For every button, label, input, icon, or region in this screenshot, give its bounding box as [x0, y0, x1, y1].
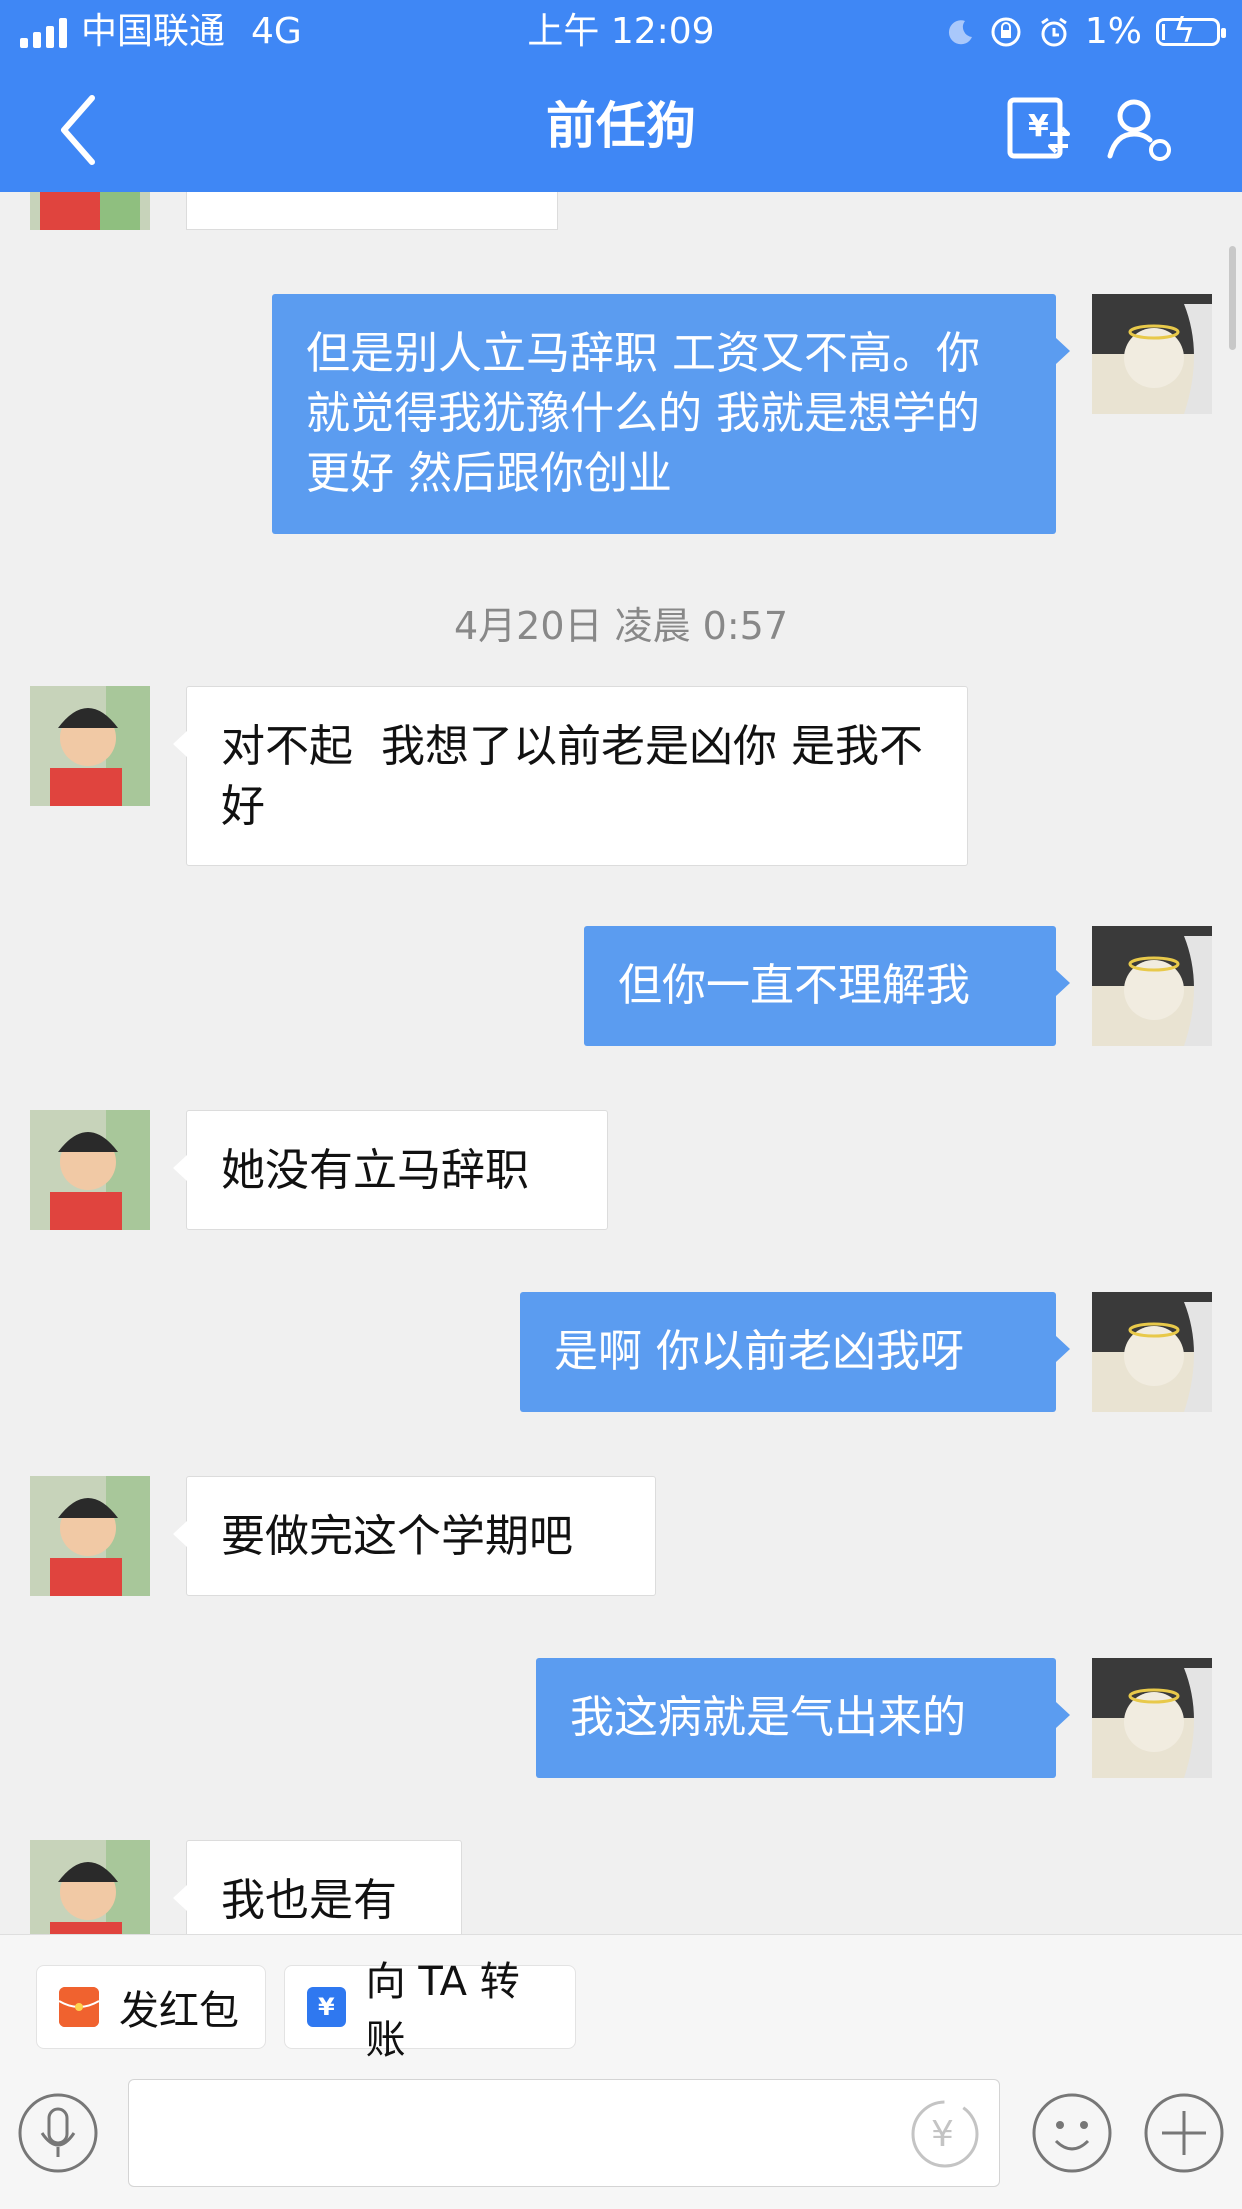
- moon-icon: [948, 20, 972, 45]
- input-panel: 发红包 ¥ 向 TA 转账 ¥: [0, 1934, 1242, 2209]
- alarm-icon: [1041, 17, 1067, 47]
- red-packet-button[interactable]: 发红包: [36, 1965, 266, 2049]
- svg-text:¥: ¥: [931, 2114, 954, 2155]
- transfer-button[interactable]: ¥ 向 TA 转账: [284, 1959, 576, 2063]
- transfer-icon: ¥: [307, 1987, 346, 2027]
- message-bubble-sent[interactable]: 但你一直不理解我: [584, 926, 1070, 1046]
- my-avatar[interactable]: [1092, 294, 1212, 414]
- transfer-label: 向 TA 转账: [365, 1959, 520, 2063]
- contact-avatar[interactable]: [30, 1476, 150, 1596]
- svg-text:¥: ¥: [1028, 109, 1049, 144]
- plus-icon[interactable]: [1142, 2091, 1226, 2175]
- scrollbar[interactable]: [1229, 246, 1236, 350]
- my-avatar[interactable]: [1092, 1292, 1212, 1412]
- partial-avatar-top: [30, 192, 150, 230]
- red-packet-label: 发红包: [119, 1988, 239, 2034]
- contact-avatar[interactable]: [30, 1110, 150, 1230]
- message-bubble-sent[interactable]: 但是别人立马辞职 工资又不高。你就觉得我犹豫什么的 我就是想学的更好 然后跟你创…: [272, 294, 1070, 534]
- money-icon[interactable]: ¥: [907, 2096, 983, 2172]
- contact-avatar[interactable]: [30, 1840, 150, 1934]
- message-bubble-received[interactable]: 她没有立马辞职: [173, 1110, 608, 1230]
- contact-profile-icon[interactable]: [1104, 94, 1174, 164]
- my-avatar[interactable]: [1092, 1658, 1212, 1778]
- voice-icon[interactable]: [16, 2091, 100, 2175]
- message-input[interactable]: ¥: [128, 2079, 1000, 2187]
- contact-avatar[interactable]: [30, 686, 150, 806]
- message-bubble-sent[interactable]: 我这病就是气出来的: [536, 1658, 1070, 1778]
- status-bar-right: 1% ϟ: [945, 8, 1226, 56]
- red-packet-icon: [59, 1987, 99, 2027]
- rotation-lock-icon: [991, 17, 1021, 47]
- transfer-record-icon[interactable]: ¥: [1004, 94, 1074, 164]
- message-bubble-received[interactable]: 我也是有: [173, 1840, 462, 1934]
- message-timestamp: 4月20日 凌晨 0:57: [453, 604, 789, 648]
- my-avatar[interactable]: [1092, 926, 1212, 1046]
- last-message-row: 我也是有: [0, 1840, 1242, 1934]
- partial-bubble-top: [186, 192, 558, 230]
- chat-header: 中国联通 4G 上午 12:09 1% ϟ 前任狗 ¥: [0, 0, 1242, 192]
- battery-percent: 1%: [1084, 11, 1142, 52]
- emoji-icon[interactable]: [1030, 2091, 1114, 2175]
- message-bubble-received[interactable]: 要做完这个学期吧: [173, 1476, 656, 1596]
- message-bubble-received[interactable]: 对不起 我想了以前老是凶你 是我不好: [173, 686, 968, 866]
- message-bubble-sent[interactable]: 是啊 你以前老凶我呀: [520, 1292, 1070, 1412]
- battery-icon: ϟ: [1156, 11, 1226, 51]
